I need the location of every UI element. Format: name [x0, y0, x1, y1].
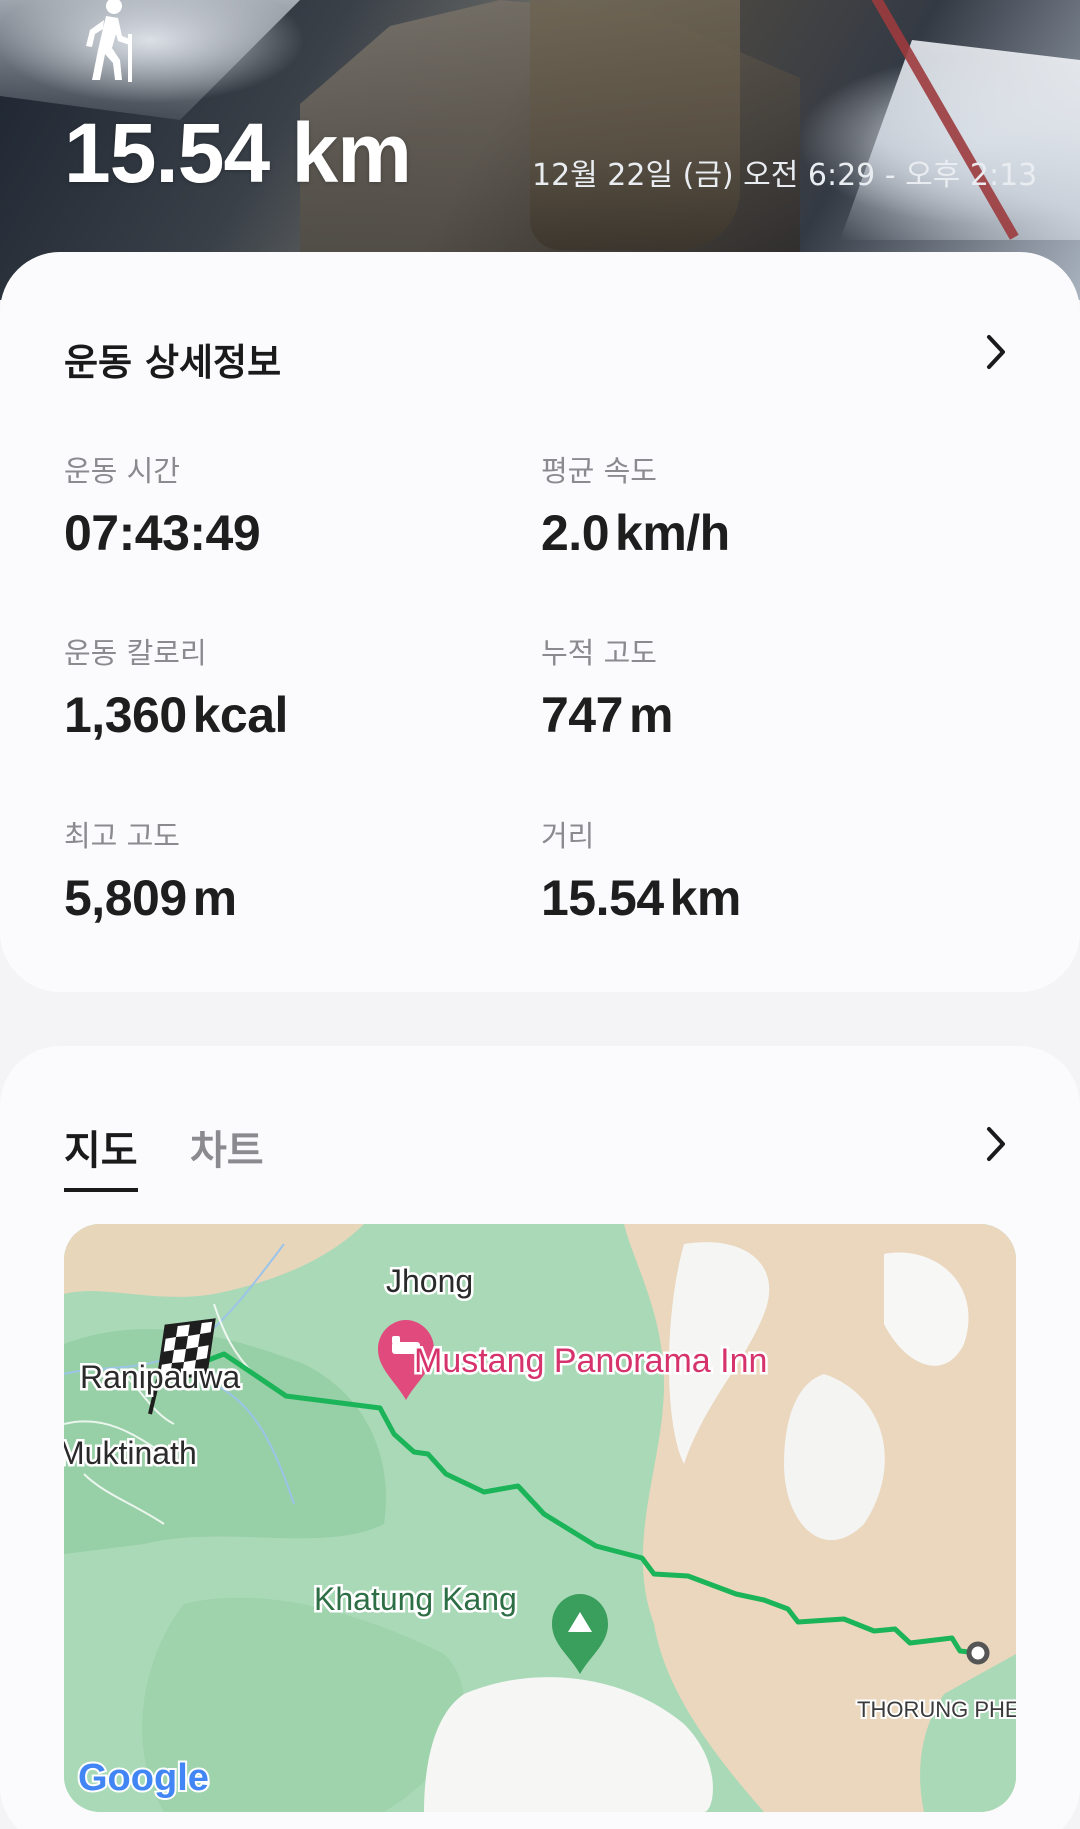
- google-logo: Google: [78, 1757, 209, 1799]
- hiking-person-icon: [86, 0, 132, 82]
- hero-distance: 15.54 km: [64, 106, 412, 200]
- chevron-right-icon[interactable]: [984, 1124, 1008, 1164]
- stat-value: 5,809 m: [64, 870, 237, 926]
- map-canvas: Jhong Mustang Panorama Inn Ranipauwa Muk…: [64, 1224, 1016, 1812]
- stat-value: 2.0 km/h: [541, 505, 730, 561]
- chevron-right-icon[interactable]: [984, 332, 1008, 372]
- tab-map[interactable]: 지도: [64, 1118, 138, 1192]
- place-label-muktinath: Muktinath: [64, 1435, 197, 1471]
- stat-value: 1,360 kcal: [64, 687, 288, 743]
- stat-distance: 거리 15.54 km: [541, 813, 961, 927]
- place-label-khatung: Khatung Kang: [314, 1581, 517, 1617]
- place-label-thorung: THORUNG PHEI: [857, 1697, 1016, 1722]
- stat-avg-speed: 평균 속도 2.0 km/h: [541, 448, 961, 562]
- stat-label: 거리: [541, 819, 595, 853]
- stat-duration: 운동 시간 07:43:49: [64, 448, 484, 562]
- stat-calories: 운동 칼로리 1,360 kcal: [64, 630, 484, 744]
- stat-label: 평균 속도: [541, 454, 657, 488]
- stat-label: 최고 고도: [64, 819, 180, 853]
- stat-value: 747 m: [541, 687, 673, 743]
- stat-value: 07:43:49: [64, 505, 261, 561]
- place-label-jhong: Jhong: [386, 1263, 473, 1299]
- stat-max-altitude: 최고 고도 5,809 m: [64, 813, 484, 927]
- workout-details-card[interactable]: 운동 상세정보 운동 시간 07:43:49 평균 속도 2.0 km/h 운동 …: [0, 252, 1080, 992]
- stat-label: 누적 고도: [541, 636, 657, 670]
- workout-detail-screen: 15.54 km 12월 22일 (금) 오전 6:29 - 오후 2:13 운…: [0, 0, 1080, 1829]
- details-title: 운동 상세정보: [64, 341, 282, 384]
- hero-date-range: 12월 22일 (금) 오전 6:29 - 오후 2:13: [532, 158, 1038, 193]
- tab-chart[interactable]: 차트: [190, 1118, 264, 1176]
- hero-photo-boot: [530, 0, 740, 250]
- stat-label: 운동 칼로리: [64, 636, 207, 670]
- place-label-ranipauwa: Ranipauwa: [80, 1359, 240, 1395]
- stat-elevation-gain: 누적 고도 747 m: [541, 630, 961, 744]
- map-chart-card: 지도 차트 Jhong Mustang Panorama Inn Ranipau…: [0, 1046, 1080, 1829]
- stat-label: 운동 시간: [64, 454, 180, 488]
- stat-value: 15.54 km: [541, 870, 741, 926]
- place-label-inn: Mustang Panorama Inn: [414, 1342, 767, 1380]
- hero-photo-snow-left: [0, 0, 300, 120]
- route-map[interactable]: Jhong Mustang Panorama Inn Ranipauwa Muk…: [64, 1224, 1016, 1812]
- start-marker: [966, 1641, 990, 1665]
